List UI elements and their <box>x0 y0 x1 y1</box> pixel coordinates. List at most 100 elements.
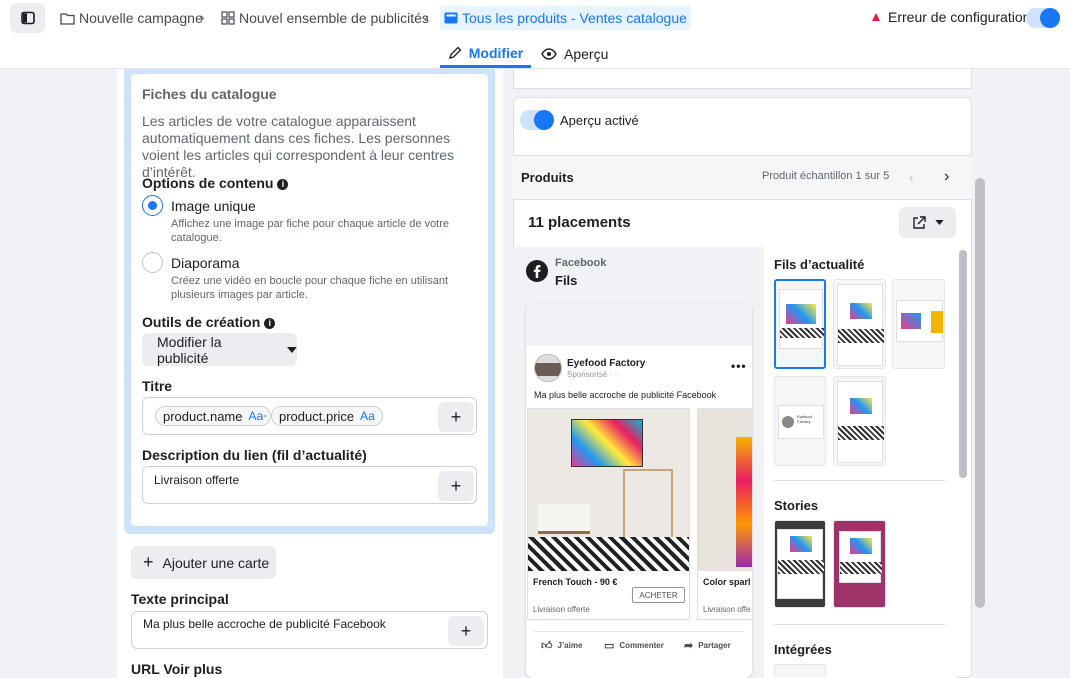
card-1-description: Livraison offerte <box>533 605 590 614</box>
plus-icon: + <box>143 552 154 572</box>
folder-icon <box>60 12 75 25</box>
publish-toggle[interactable] <box>1026 8 1060 28</box>
chip-product-name[interactable]: product.name Aa <box>155 406 272 426</box>
primary-text-value: Ma plus belle accroche de publicité Face… <box>143 617 386 631</box>
placement-thumb-integrated-1[interactable] <box>774 664 826 678</box>
like-button[interactable]: 👍︎ J’aime <box>541 639 582 652</box>
card-2-title: Color sparl <box>703 577 751 587</box>
radio-single-image[interactable] <box>142 195 163 216</box>
carousel-card-1[interactable]: French Touch - 90 € ACHETER Livraison of… <box>527 408 690 620</box>
primary-text-add-button[interactable]: + <box>448 616 484 646</box>
chevron-right-icon: › <box>424 9 429 25</box>
section-stories: Stories <box>774 498 819 513</box>
catalog-description: Les articles de votre catalogue apparais… <box>142 113 455 180</box>
breadcrumb-adset-label: Nouvel ensemble de publicités <box>239 10 429 26</box>
post-sponsored: Sponsorisé · ◌ <box>567 370 619 379</box>
option-single-image-desc: Affichez une image par fiche pour chaque… <box>171 218 450 244</box>
platform-label: Facebook <box>555 257 607 269</box>
tab-edit[interactable]: Modifier <box>440 40 531 68</box>
info-icon: i <box>264 317 276 329</box>
post-divider <box>534 631 744 632</box>
placement-thumb-feed-3[interactable] <box>892 279 945 369</box>
primary-text-label: Texte principal <box>131 591 229 607</box>
thumbs-up-icon: 👍︎ <box>541 640 553 652</box>
content-options-label: Options de contenu i <box>142 175 289 191</box>
grid-icon <box>221 11 235 25</box>
previous-product-button[interactable]: ‹ <box>909 169 914 185</box>
post-page-name: Eyefood Factory <box>567 358 646 369</box>
link-description-add-button[interactable]: + <box>438 471 474 501</box>
placement-thumb-feed-5[interactable] <box>833 376 886 466</box>
configuration-error-label: Erreur de configuration <box>888 9 1031 25</box>
preview-scrollbar[interactable] <box>975 178 985 608</box>
next-product-button[interactable]: › <box>944 168 949 186</box>
sample-product-label: Produit échantillon 1 sur 5 <box>762 170 890 182</box>
section-integrated: Intégrées <box>774 642 832 657</box>
plus-icon: + <box>450 475 462 496</box>
chip-product-price[interactable]: product.price Aa <box>271 406 383 426</box>
eye-icon <box>541 48 557 60</box>
section-divider <box>774 480 945 481</box>
link-description-value: Livraison offerte <box>154 473 240 487</box>
external-link-icon <box>912 215 926 229</box>
tab-edit-label: Modifier <box>468 44 524 61</box>
chevron-right-icon: › <box>200 9 205 25</box>
breadcrumb-ad[interactable]: Tous les produits - Ventes catalogue <box>440 6 691 30</box>
placements-count: 11 placements <box>528 214 631 231</box>
open-preview-button[interactable] <box>899 207 956 238</box>
placement-thumb-story-1[interactable] <box>774 520 826 608</box>
breadcrumb-campaign[interactable]: Nouvelle campagne <box>60 9 203 27</box>
card-1-title: French Touch - 90 € <box>533 577 618 587</box>
add-card-button-label: Ajouter une carte <box>162 554 270 571</box>
card-1-cta-button[interactable]: ACHETER <box>632 587 685 603</box>
title-label: Titre <box>142 378 173 394</box>
products-header <box>513 155 972 200</box>
title-add-button[interactable]: + <box>438 402 474 432</box>
chevron-right-icon: › <box>944 168 950 185</box>
page-avatar <box>534 354 562 382</box>
placement-thumb-story-2[interactable] <box>833 520 886 608</box>
breadcrumb-adset[interactable]: Nouvel ensemble de publicités <box>221 9 429 27</box>
caret-down-icon <box>287 346 297 353</box>
section-feeds: Fils d’actualité <box>774 257 865 272</box>
chevron-left-icon: ‹ <box>909 169 914 185</box>
comment-icon: ▭ <box>604 640 615 652</box>
caret-down-icon <box>934 220 944 225</box>
breadcrumb-ad-label: Tous les produits - Ventes catalogue <box>462 10 687 26</box>
placements-scrollbar[interactable] <box>959 250 967 478</box>
thumb-brand-text: Eyefood Factory <box>797 414 812 424</box>
product-image <box>528 409 689 571</box>
option-slideshow-title: Diaporama <box>171 255 240 271</box>
placement-thumb-feed-2[interactable] <box>833 279 886 369</box>
tab-preview-label: Aperçu <box>564 46 609 62</box>
chip-separator: - <box>263 408 267 422</box>
add-card-button[interactable]: + Ajouter une carte <box>131 546 276 579</box>
comment-button[interactable]: ▭ Commenter <box>604 639 664 652</box>
catalog-title: Fiches du catalogue <box>142 86 277 102</box>
previous-card-edge <box>513 69 972 89</box>
card-2-description: Livraison offe <box>703 605 751 614</box>
see-more-url-label: URL Voir plus <box>131 661 223 677</box>
creative-tools-label: Outils de création i <box>142 314 276 330</box>
edit-ad-button[interactable]: Modifier la publicité <box>142 333 297 366</box>
share-icon: ➦ <box>684 640 694 652</box>
product-image <box>698 409 752 571</box>
preview-toggle-label: Aperçu activé <box>560 113 639 128</box>
placement-thumb-feed-4[interactable]: Eyefood Factory <box>774 376 826 466</box>
tab-preview[interactable]: Aperçu <box>541 40 608 68</box>
preview-toggle[interactable] <box>520 110 554 130</box>
configuration-error[interactable]: Erreur de configuration <box>872 9 1030 25</box>
option-single-image-title: Image unique <box>171 198 256 214</box>
post-more-icon[interactable]: ••• <box>731 359 747 373</box>
option-slideshow-desc: Créez une vidéo en boucle pour chaque fi… <box>171 275 449 301</box>
sidebar-toggle-button[interactable] <box>10 3 45 33</box>
products-label: Produits <box>521 170 574 185</box>
link-description-label: Description du lien (fil d’actualité) <box>142 447 367 463</box>
carousel-card-2[interactable]: Color sparl Livraison offe <box>697 408 752 620</box>
placement-thumb-feed-1[interactable] <box>774 279 826 369</box>
radio-slideshow[interactable] <box>142 252 163 273</box>
section-divider <box>774 624 945 625</box>
share-button[interactable]: ➦ Partager <box>684 639 731 652</box>
sidebar-icon <box>20 11 35 25</box>
plus-icon: + <box>450 406 462 427</box>
